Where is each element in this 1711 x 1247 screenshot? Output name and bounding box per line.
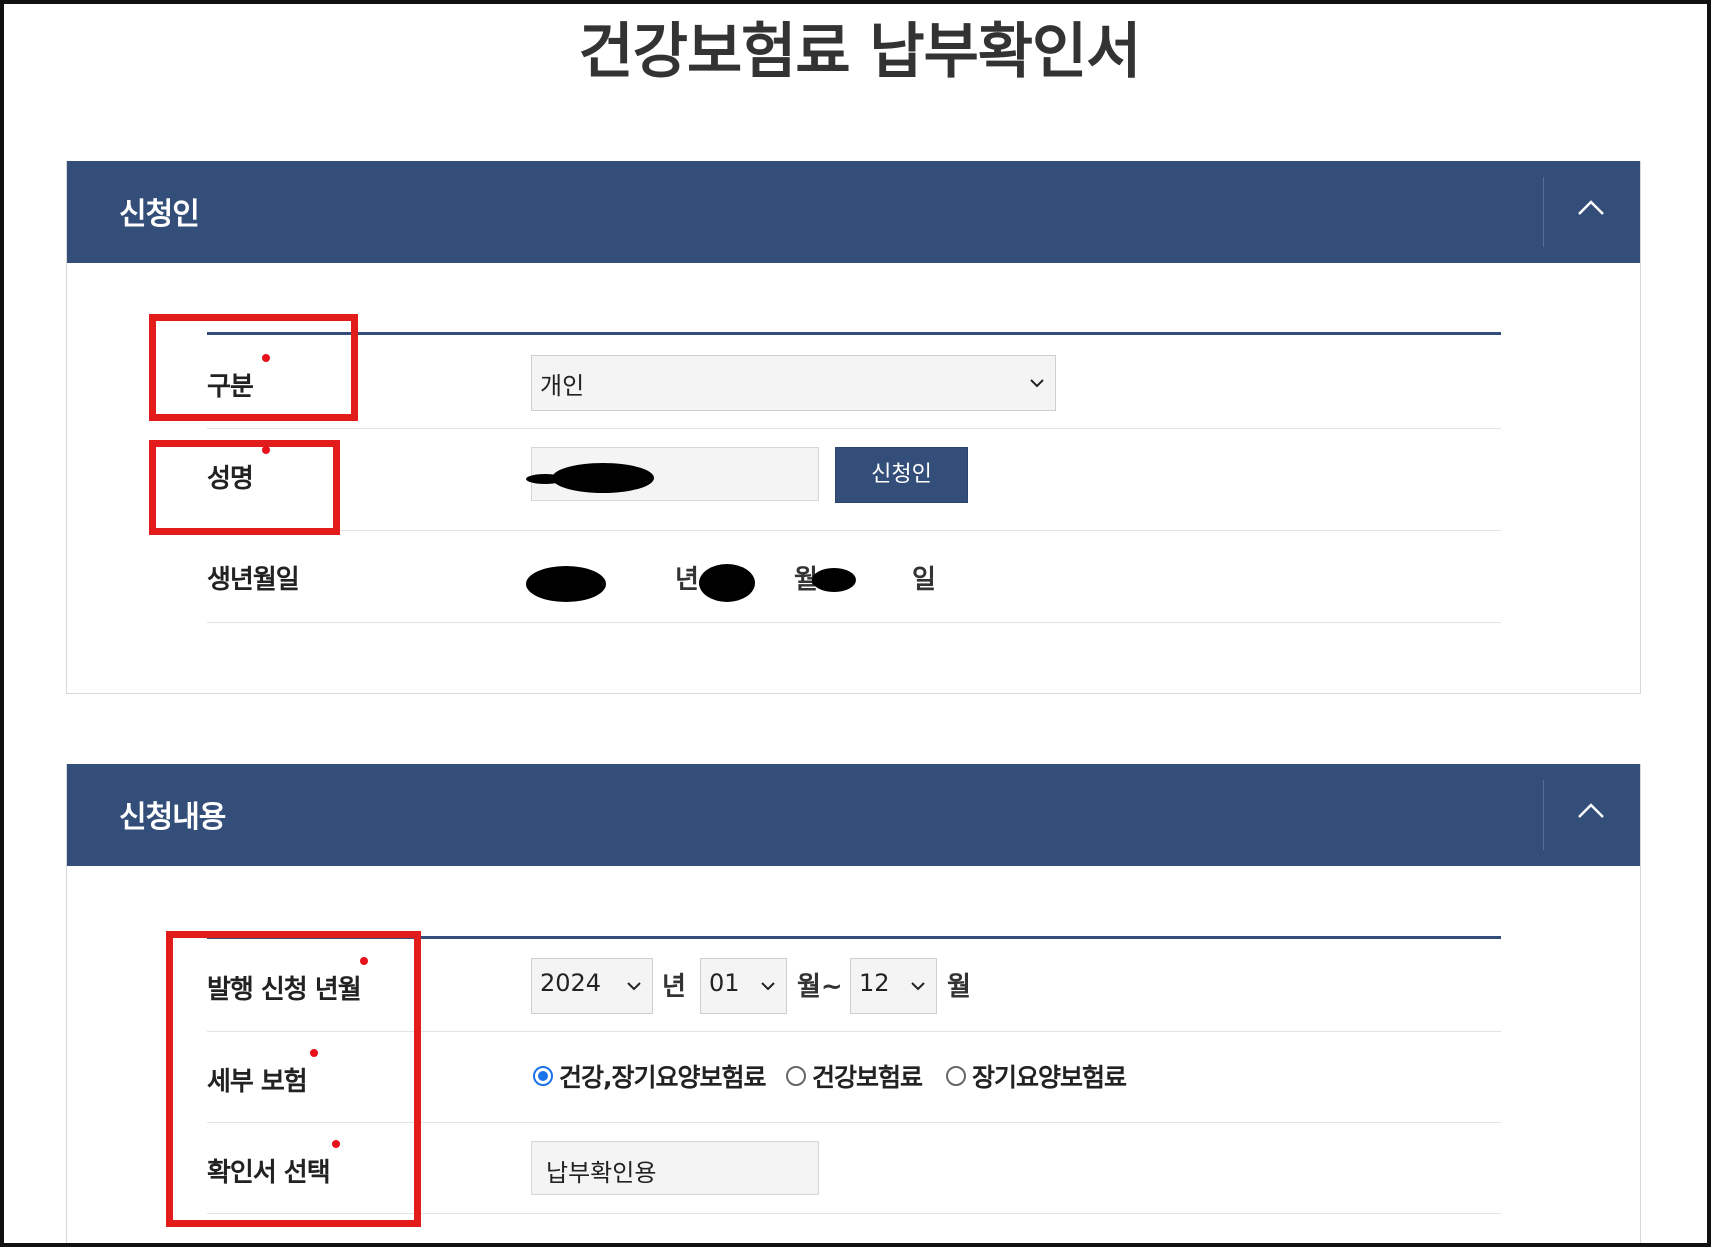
certificate-value: 납부확인용 [546,1159,657,1187]
from-month-select[interactable]: 01 [700,958,787,1014]
redaction-mark [526,474,564,484]
year-select[interactable]: 2024 [531,958,653,1014]
to-month-select[interactable]: 12 [850,958,937,1014]
applicant-panel-header: 신청인 [67,161,1640,263]
to-month-value: 12 [859,969,890,997]
type-selected-value: 개인 [540,372,585,400]
collapse-applicant-button[interactable] [1544,161,1640,263]
redaction-mark [552,463,654,493]
from-month-value: 01 [709,969,740,997]
birth-label: 생년월일 [207,565,300,595]
certificate-field[interactable]: 납부확인용 [531,1141,819,1195]
birth-year-unit: 년 [675,565,699,595]
row-divider [207,428,1501,429]
month-range-unit: 월~ [797,972,843,1002]
page-frame: 건강보험료 납부확인서 신청인 구분 개인 성명 신청인 생년월일 년 월 일 … [0,0,1711,1247]
row-divider [207,530,1501,531]
insurance-option-radio[interactable] [946,1066,966,1086]
type-select[interactable]: 개인 [531,355,1056,411]
chevron-down-icon [761,982,775,991]
page-title: 건강보험료 납부확인서 [578,17,1142,87]
applicant-panel: 신청인 구분 개인 성명 신청인 생년월일 년 월 일 [66,161,1641,694]
highlight-box [149,314,358,421]
chevron-down-icon [1030,379,1044,388]
birth-day-unit: 일 [912,565,936,595]
chevron-up-icon [1578,200,1604,215]
redaction-mark [699,564,755,602]
request-section-title: 신청내용 [119,800,226,835]
redaction-mark [812,568,856,592]
request-panel-header: 신청내용 [67,764,1640,866]
chevron-down-icon [627,982,641,991]
insurance-option-radio[interactable] [786,1066,806,1086]
insurance-option-label[interactable]: 장기요양보험료 [972,1058,1127,1094]
insurance-option-label[interactable]: 건강보험료 [812,1058,923,1094]
collapse-request-button[interactable] [1544,764,1640,866]
applicant-section-title: 신청인 [119,197,200,232]
chevron-up-icon [1578,803,1604,818]
highlight-box [166,931,421,1227]
form-top-line [207,332,1501,335]
year-selected-value: 2024 [540,969,602,997]
chevron-down-icon [911,982,925,991]
redaction-mark [526,566,606,602]
row-divider [207,622,1501,623]
insurance-option-radio[interactable] [533,1066,553,1086]
highlight-box [149,440,340,535]
insurance-option-label[interactable]: 건강,장기요양보험료 [559,1058,766,1094]
year-unit: 년 [662,972,686,1002]
month-unit: 월 [947,972,971,1002]
applicant-button[interactable]: 신청인 [835,447,968,503]
